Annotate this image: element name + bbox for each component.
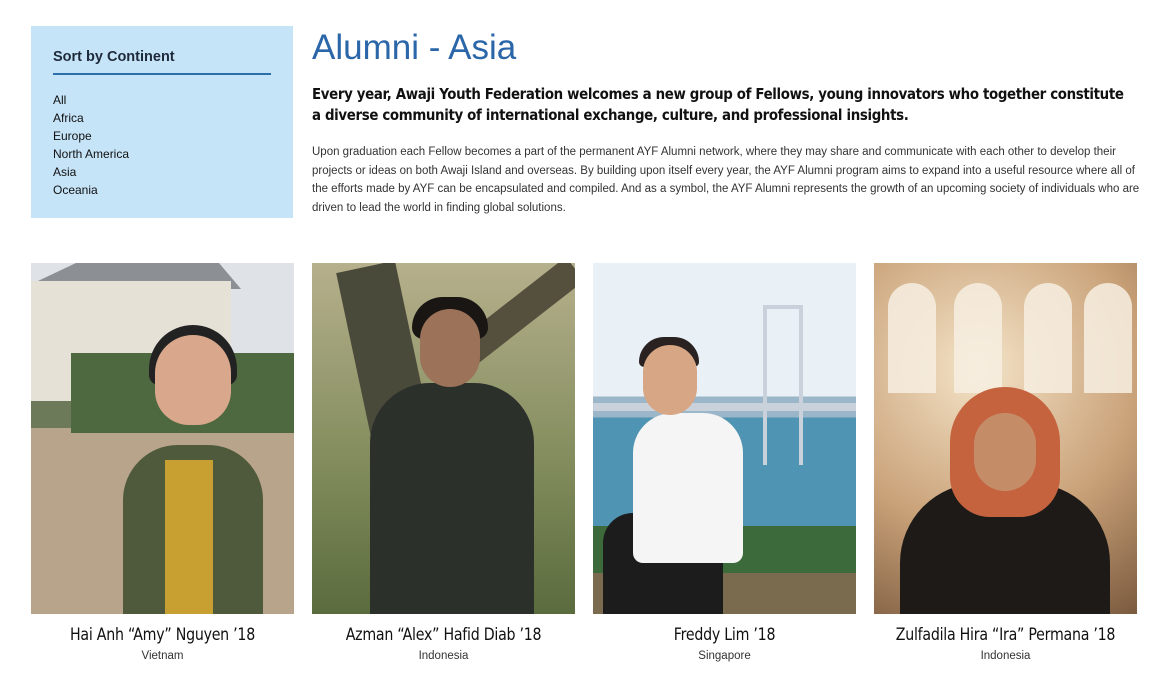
continent-link-oceania[interactable]: Oceania (53, 181, 271, 199)
alumni-card[interactable]: Zulfadila Hira “Ira” Permana ’18 Indones… (874, 263, 1137, 662)
continent-link-europe[interactable]: Europe (53, 127, 271, 145)
alumni-name[interactable]: Azman “Alex” Hafid Diab ’18 (330, 625, 556, 644)
alumni-card[interactable]: Freddy Lim ’18 Singapore (593, 263, 856, 662)
continent-link-africa[interactable]: Africa (53, 109, 271, 127)
continent-link-asia[interactable]: Asia (53, 163, 271, 181)
lead-paragraph: Every year, Awaji Youth Federation welco… (312, 85, 1124, 124)
continent-sidebar: Sort by Continent All Africa Europe Nort… (31, 26, 293, 218)
continent-link-all[interactable]: All (53, 91, 271, 109)
continent-link-north-america[interactable]: North America (53, 145, 271, 163)
alumni-grid: Hai Anh “Amy” Nguyen ’18 Vietnam Azman “… (31, 263, 1137, 673)
sidebar-title: Sort by Continent (53, 49, 271, 75)
alumni-name[interactable]: Hai Anh “Amy” Nguyen ’18 (49, 625, 275, 644)
alumni-photo[interactable] (874, 263, 1137, 614)
alumni-country: Singapore (698, 650, 751, 662)
alumni-photo[interactable] (593, 263, 856, 614)
alumni-name[interactable]: Zulfadila Hira “Ira” Permana ’18 (892, 625, 1118, 644)
alumni-photo[interactable] (312, 263, 575, 614)
continent-list: All Africa Europe North America Asia Oce… (53, 91, 271, 199)
alumni-country: Indonesia (418, 650, 469, 662)
page-title: Alumni - Asia (312, 28, 517, 67)
alumni-country: Vietnam (141, 650, 184, 662)
alumni-photo[interactable] (31, 263, 294, 614)
alumni-card[interactable]: Hai Anh “Amy” Nguyen ’18 Vietnam (31, 263, 294, 662)
main-content: Alumni - Asia Every year, Awaji Youth Fe… (312, 26, 1142, 217)
body-paragraph: Upon graduation each Fellow becomes a pa… (312, 146, 1140, 214)
alumni-card[interactable]: Azman “Alex” Hafid Diab ’18 Indonesia (312, 263, 575, 662)
alumni-country: Indonesia (980, 650, 1031, 662)
alumni-name[interactable]: Freddy Lim ’18 (611, 625, 837, 644)
